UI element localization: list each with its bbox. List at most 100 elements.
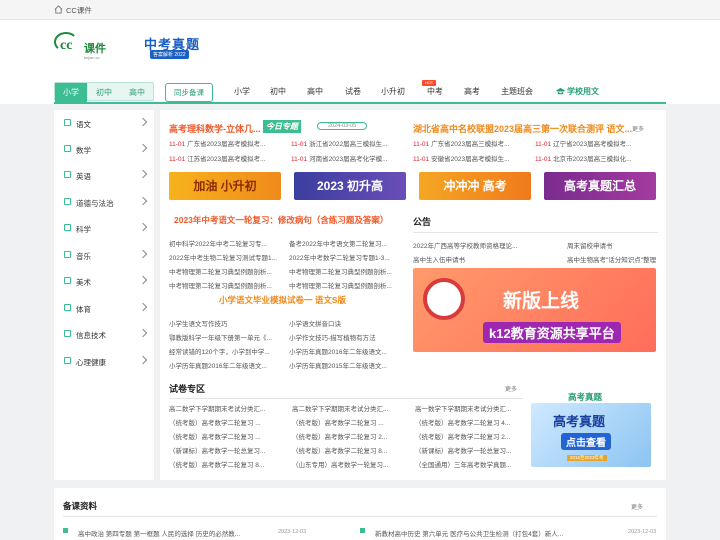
chevron-right-icon	[138, 169, 148, 179]
site-title[interactable]: CC课件	[66, 5, 92, 16]
list-item[interactable]: 中考物理第二轮复习典型例题剖析...	[169, 280, 289, 294]
list-item[interactable]: 鄂教版科学一年级下册第一单元《...	[169, 332, 289, 346]
list-item[interactable]: 周末留校申请书	[567, 240, 657, 254]
site-logo[interactable]: cc 课件 kejian.cc	[54, 32, 114, 62]
stage-tab-senior[interactable]: 高中	[129, 87, 145, 98]
list-item[interactable]: 高中政治 第四专题 第一框题 人民的选择 历史的必然教...	[78, 528, 258, 538]
list-item[interactable]: 小学历年真题2015年二年级语文...	[289, 360, 409, 374]
gaokao-card[interactable]: 高考真题 点击查看 2016至2023年考	[531, 403, 651, 467]
nav-junior[interactable]: 初中	[270, 86, 286, 97]
list-item[interactable]: 高中生入伍申请书	[413, 254, 567, 268]
banner-gaokao[interactable]: 冲冲冲 高考	[419, 172, 531, 200]
prep-more-link[interactable]: 更多	[631, 502, 643, 511]
review-title[interactable]: 2023年中考语文一轮复习：修改病句（含练习题及答案）	[174, 214, 388, 226]
hot-badge: HOT	[422, 80, 436, 86]
sidebar-item-it[interactable]: 信息技术	[54, 321, 154, 347]
list-item[interactable]: 小学历年真题2016年二年级语文...	[289, 346, 409, 360]
nav-primary[interactable]: 小学	[234, 86, 250, 97]
list-item[interactable]: 11-01 江苏省2023届高考模拟考...	[169, 153, 289, 168]
list-item[interactable]: 高二数学下学期期末考试分类汇...	[292, 403, 415, 417]
headline-more-link[interactable]: 更多	[632, 124, 644, 133]
list-item[interactable]: 11-01 辽宁省2023届高考模拟考...	[535, 138, 657, 153]
news-col-2: 11-01 浙江省2022届高三模拟生... 11-01 河南省2023届高考化…	[291, 138, 411, 168]
top-bar: CC课件	[0, 0, 720, 20]
list-item[interactable]: （统考版）高考数学二轮复习 ...	[292, 417, 415, 431]
list-item[interactable]: 11-01 广东省2023届高考模拟考...	[169, 138, 289, 153]
list-row: 2022年中考生物二轮复习测试专题1... 2022年中考数学二轮复习专题1-3.…	[169, 252, 409, 266]
nav-school-docs[interactable]: 学校用文	[567, 86, 599, 97]
zhongkao-ad[interactable]: 中考真题 答案解析 2022	[140, 34, 208, 60]
list-item[interactable]: （统考版）高考数学二轮复习 8...	[292, 445, 415, 459]
sidebar-item-pe[interactable]: 体育	[54, 295, 154, 321]
today-topic-badge: 今日专题	[263, 120, 301, 133]
banner-gaokao-summary[interactable]: 高考真题汇总	[544, 172, 656, 200]
list-item[interactable]: 中考物理第二轮复习典型例题剖析...	[289, 266, 409, 280]
sidebar-item-art[interactable]: 美术	[54, 268, 154, 294]
book-icon	[64, 145, 71, 152]
list-item[interactable]: 新教材高中历史 第六单元 医疗与公共卫生检测（打包4套）新人...	[375, 528, 580, 538]
list-item[interactable]: （全国通用）三年高考数学真题...	[415, 459, 525, 473]
chevron-right-icon	[138, 196, 148, 206]
list-item[interactable]: 高中生物高考"话分知识点"整理	[567, 254, 657, 268]
headline-right[interactable]: 湖北省高中名校联盟2023届高三第一次联合测评 语文...	[413, 122, 632, 135]
list-item[interactable]: 11-01 北京市2023届高三模拟化...	[535, 153, 657, 168]
news-date: 11-01	[291, 141, 308, 148]
sidebar-item-math[interactable]: 数学	[54, 136, 154, 162]
list-item[interactable]: 2022年中考数学二轮复习专题1-3...	[289, 252, 409, 266]
list-item[interactable]: 中考物理第二轮复习典型例题剖析...	[169, 266, 289, 280]
platform-ad[interactable]: 新版上线 k12教育资源共享平台	[413, 268, 656, 352]
list-item[interactable]: 经常读错的120个字，小学到中学...	[169, 346, 289, 360]
list-item[interactable]: （统考版）高考数学二轮复习 4...	[415, 417, 525, 431]
sidebar-item-chinese[interactable]: 语文	[54, 110, 154, 136]
primary-title[interactable]: 小学语文毕业模拟试卷一 语文S版	[219, 294, 346, 306]
nav-gaokao[interactable]: 高考	[464, 86, 480, 97]
nav-class-meeting[interactable]: 主题班会	[501, 86, 533, 97]
list-item[interactable]: 2022年广西高等学校教师资格理论...	[413, 240, 567, 254]
sidebar-item-morality[interactable]: 道德与法治	[54, 189, 154, 215]
list-item[interactable]: （统考版）高考数学二轮复习 ...	[169, 431, 292, 445]
sidebar-item-science[interactable]: 科学	[54, 215, 154, 241]
gaokao-card-button[interactable]: 点击查看	[561, 433, 611, 450]
stage-tab-primary[interactable]: 小学	[55, 83, 87, 102]
list-item[interactable]: 11-01 浙江省2022届高三模拟生...	[291, 138, 411, 153]
headline-left[interactable]: 高考理科数学-立体几...	[169, 122, 261, 135]
home-icon[interactable]	[54, 5, 63, 14]
list-item[interactable]: 小学作文技巧-描写植物有方法	[289, 332, 409, 346]
sync-prep-button[interactable]: 同步备课	[165, 83, 213, 102]
list-item[interactable]: 小学历年真题2016年二年级语文...	[169, 360, 289, 374]
nav-senior[interactable]: 高中	[307, 86, 323, 97]
news-title: 辽宁省2023届高考模拟考...	[553, 141, 632, 148]
list-item[interactable]: （新课标）高考数学一轮总复习...	[169, 445, 292, 459]
list-item[interactable]: （统考版）高考数学二轮复习 2...	[292, 431, 415, 445]
nav-exams[interactable]: 试卷	[345, 86, 361, 97]
list-item-date: 2023-12-03	[278, 529, 307, 535]
banner-chushenggao[interactable]: 2023 初升高	[294, 172, 406, 200]
list-item[interactable]: （统考版）高考数学二轮复习 ...	[169, 417, 292, 431]
list-item[interactable]: 2022年中考生物二轮复习测试专题1...	[169, 252, 289, 266]
list-item[interactable]: （山东专用）高考数学一轮复习...	[292, 459, 415, 473]
list-item[interactable]: （新课标）高考数学一轮总复习...	[415, 445, 525, 459]
list-item[interactable]: 中考物理第二轮复习典型例题剖析...	[289, 280, 409, 294]
sidebar-item-english[interactable]: 英语	[54, 162, 154, 188]
list-item[interactable]: 小学生语文写作技巧	[169, 318, 289, 332]
list-item[interactable]: 11-01 河南省2023届高考化学模...	[291, 153, 411, 168]
list-item[interactable]: 11-01 安徽省2023届高考模拟生...	[413, 153, 533, 168]
nav-xiaoshengchu[interactable]: 小升初	[381, 86, 405, 97]
sidebar-item-psychology[interactable]: 心理健康	[54, 348, 154, 374]
news-title: 安徽省2023届高考模拟生...	[431, 156, 510, 163]
list-item[interactable]: 小学语文拼音口诀	[289, 318, 409, 332]
chevron-right-icon	[138, 355, 148, 365]
list-item[interactable]: 高二数学下学期期末考试分类汇...	[169, 403, 292, 417]
list-item[interactable]: 高一数学下学期期末考试分类汇...	[415, 403, 525, 417]
list-item[interactable]: （统考版）高考数学二轮复习 8...	[169, 459, 292, 473]
platform-ad-line1: 新版上线	[503, 291, 580, 312]
list-item[interactable]: 初中科学2022年中考二轮复习专...	[169, 238, 289, 252]
list-item[interactable]: （统考版）高考数学二轮复习 2...	[415, 431, 525, 445]
banner-xiaoshengchu[interactable]: 加油 小升初	[169, 172, 281, 200]
list-item[interactable]: 11-01 广东省2023届高三模拟考...	[413, 138, 533, 153]
stage-tab-junior[interactable]: 初中	[96, 87, 112, 98]
list-item[interactable]: 备考2022年中考语文第二轮复习...	[289, 238, 409, 252]
sidebar-item-music[interactable]: 音乐	[54, 242, 154, 268]
exam-more-link[interactable]: 更多	[505, 384, 517, 393]
nav-zhongkao[interactable]: 中考	[427, 86, 443, 97]
